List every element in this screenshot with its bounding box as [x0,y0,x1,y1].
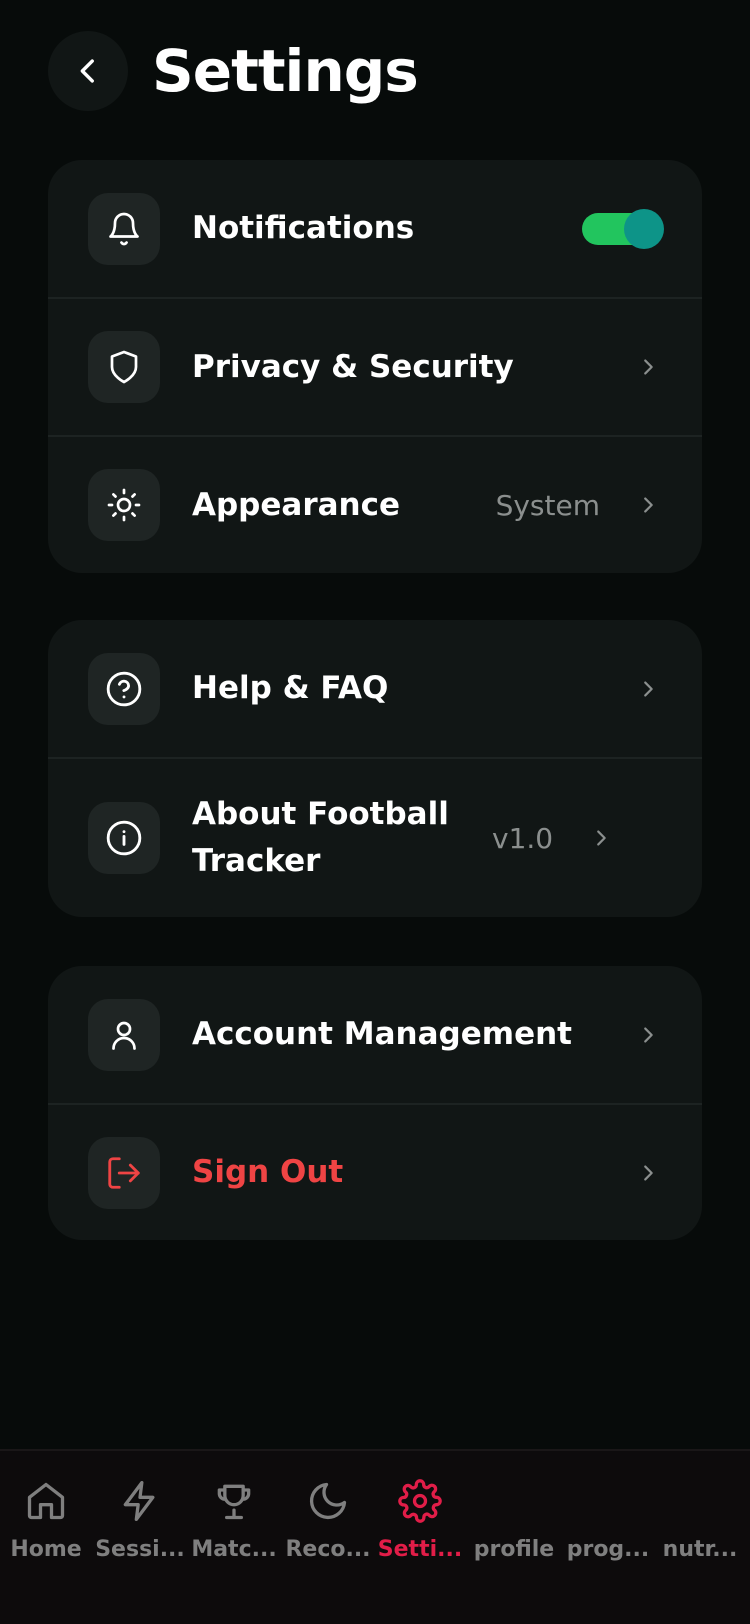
chevron-right-icon [634,1159,662,1187]
account-management-label: Account Management [192,1016,572,1052]
user-icon [112,1021,136,1050]
gear-icon [398,1479,442,1523]
tab-label: profile [473,1537,555,1562]
bolt-icon [123,1481,155,1521]
help-faq-label: Help & FAQ [192,670,389,706]
tab-profile[interactable]: profile [468,1477,560,1562]
appearance-value: System [495,488,600,522]
tab-icon-placeholder [676,1477,724,1525]
help-faq-row[interactable]: Help & FAQ [48,620,702,757]
chevron-right-icon [587,824,615,852]
help-icon-box [88,652,160,725]
tab-settings[interactable]: Setti... [374,1477,466,1562]
settings-group-general: Notifications Privacy & Security Appeara… [48,160,702,573]
tab-label: Sessi... [95,1537,185,1562]
page-title: Settings [152,37,419,105]
notifications-row[interactable]: Notifications [48,160,702,297]
settings-group-account: Account Management Sign Out [48,966,702,1240]
appearance-label: Appearance [192,486,400,523]
tab-icon-placeholder [584,1477,632,1525]
home-icon [27,1482,65,1520]
about-label: About Football Tracker [192,796,449,879]
toggle-knob [624,208,664,249]
header: Settings [48,31,419,111]
chevron-right-icon [634,353,662,381]
tab-recovery[interactable]: Reco... [282,1477,374,1562]
privacy-security-label: Privacy & Security [192,348,514,385]
sign-out-icon-box [88,1136,160,1209]
account-management-row[interactable]: Account Management [48,966,702,1103]
tab-progress[interactable]: prog... [562,1477,654,1562]
account-icon-box [88,998,160,1071]
tab-icon-placeholder [490,1477,538,1525]
chevron-left-icon [80,59,94,83]
privacy-security-row[interactable]: Privacy & Security [48,297,702,435]
tab-label: prog... [566,1537,650,1562]
chevron-right-icon [634,1021,662,1049]
tab-label: Matc... [191,1537,277,1562]
tab-label: Setti... [377,1537,463,1562]
appearance-icon-box [88,469,160,541]
appearance-row[interactable]: Appearance System [48,435,702,573]
about-row[interactable]: About Football Tracker v1.0 [48,757,702,917]
bell-icon [109,212,139,245]
about-icon-box [88,802,160,874]
sign-out-row[interactable]: Sign Out [48,1103,702,1240]
shield-icon [110,350,138,384]
sun-icon [107,488,141,522]
moon-icon [309,1482,347,1520]
tab-label: Home [10,1537,82,1562]
chevron-right-icon [634,491,662,519]
notifications-label: Notifications [192,210,415,246]
sign-out-label: Sign Out [192,1154,344,1190]
back-button[interactable] [48,31,128,111]
tab-sessions[interactable]: Sessi... [94,1477,186,1562]
help-circle-icon [106,671,142,706]
about-version: v1.0 [492,821,554,855]
chevron-right-icon [634,675,662,703]
tab-label: nutr... [662,1537,738,1562]
tab-nutrition[interactable]: nutr... [654,1477,746,1562]
log-out-icon [108,1156,140,1189]
tab-home[interactable]: Home [0,1477,92,1562]
privacy-icon-box [88,331,160,403]
settings-group-support: Help & FAQ About Football Tracker v1.0 [48,620,702,917]
notifications-toggle[interactable] [582,208,664,249]
bottom-tab-bar: Home Sessi... Matc... Reco... Setti... p… [0,1449,750,1624]
tab-label: Reco... [285,1537,371,1562]
tab-matches[interactable]: Matc... [188,1477,280,1562]
info-icon [106,820,142,856]
trophy-icon [217,1484,251,1520]
notifications-icon-box [88,192,160,265]
